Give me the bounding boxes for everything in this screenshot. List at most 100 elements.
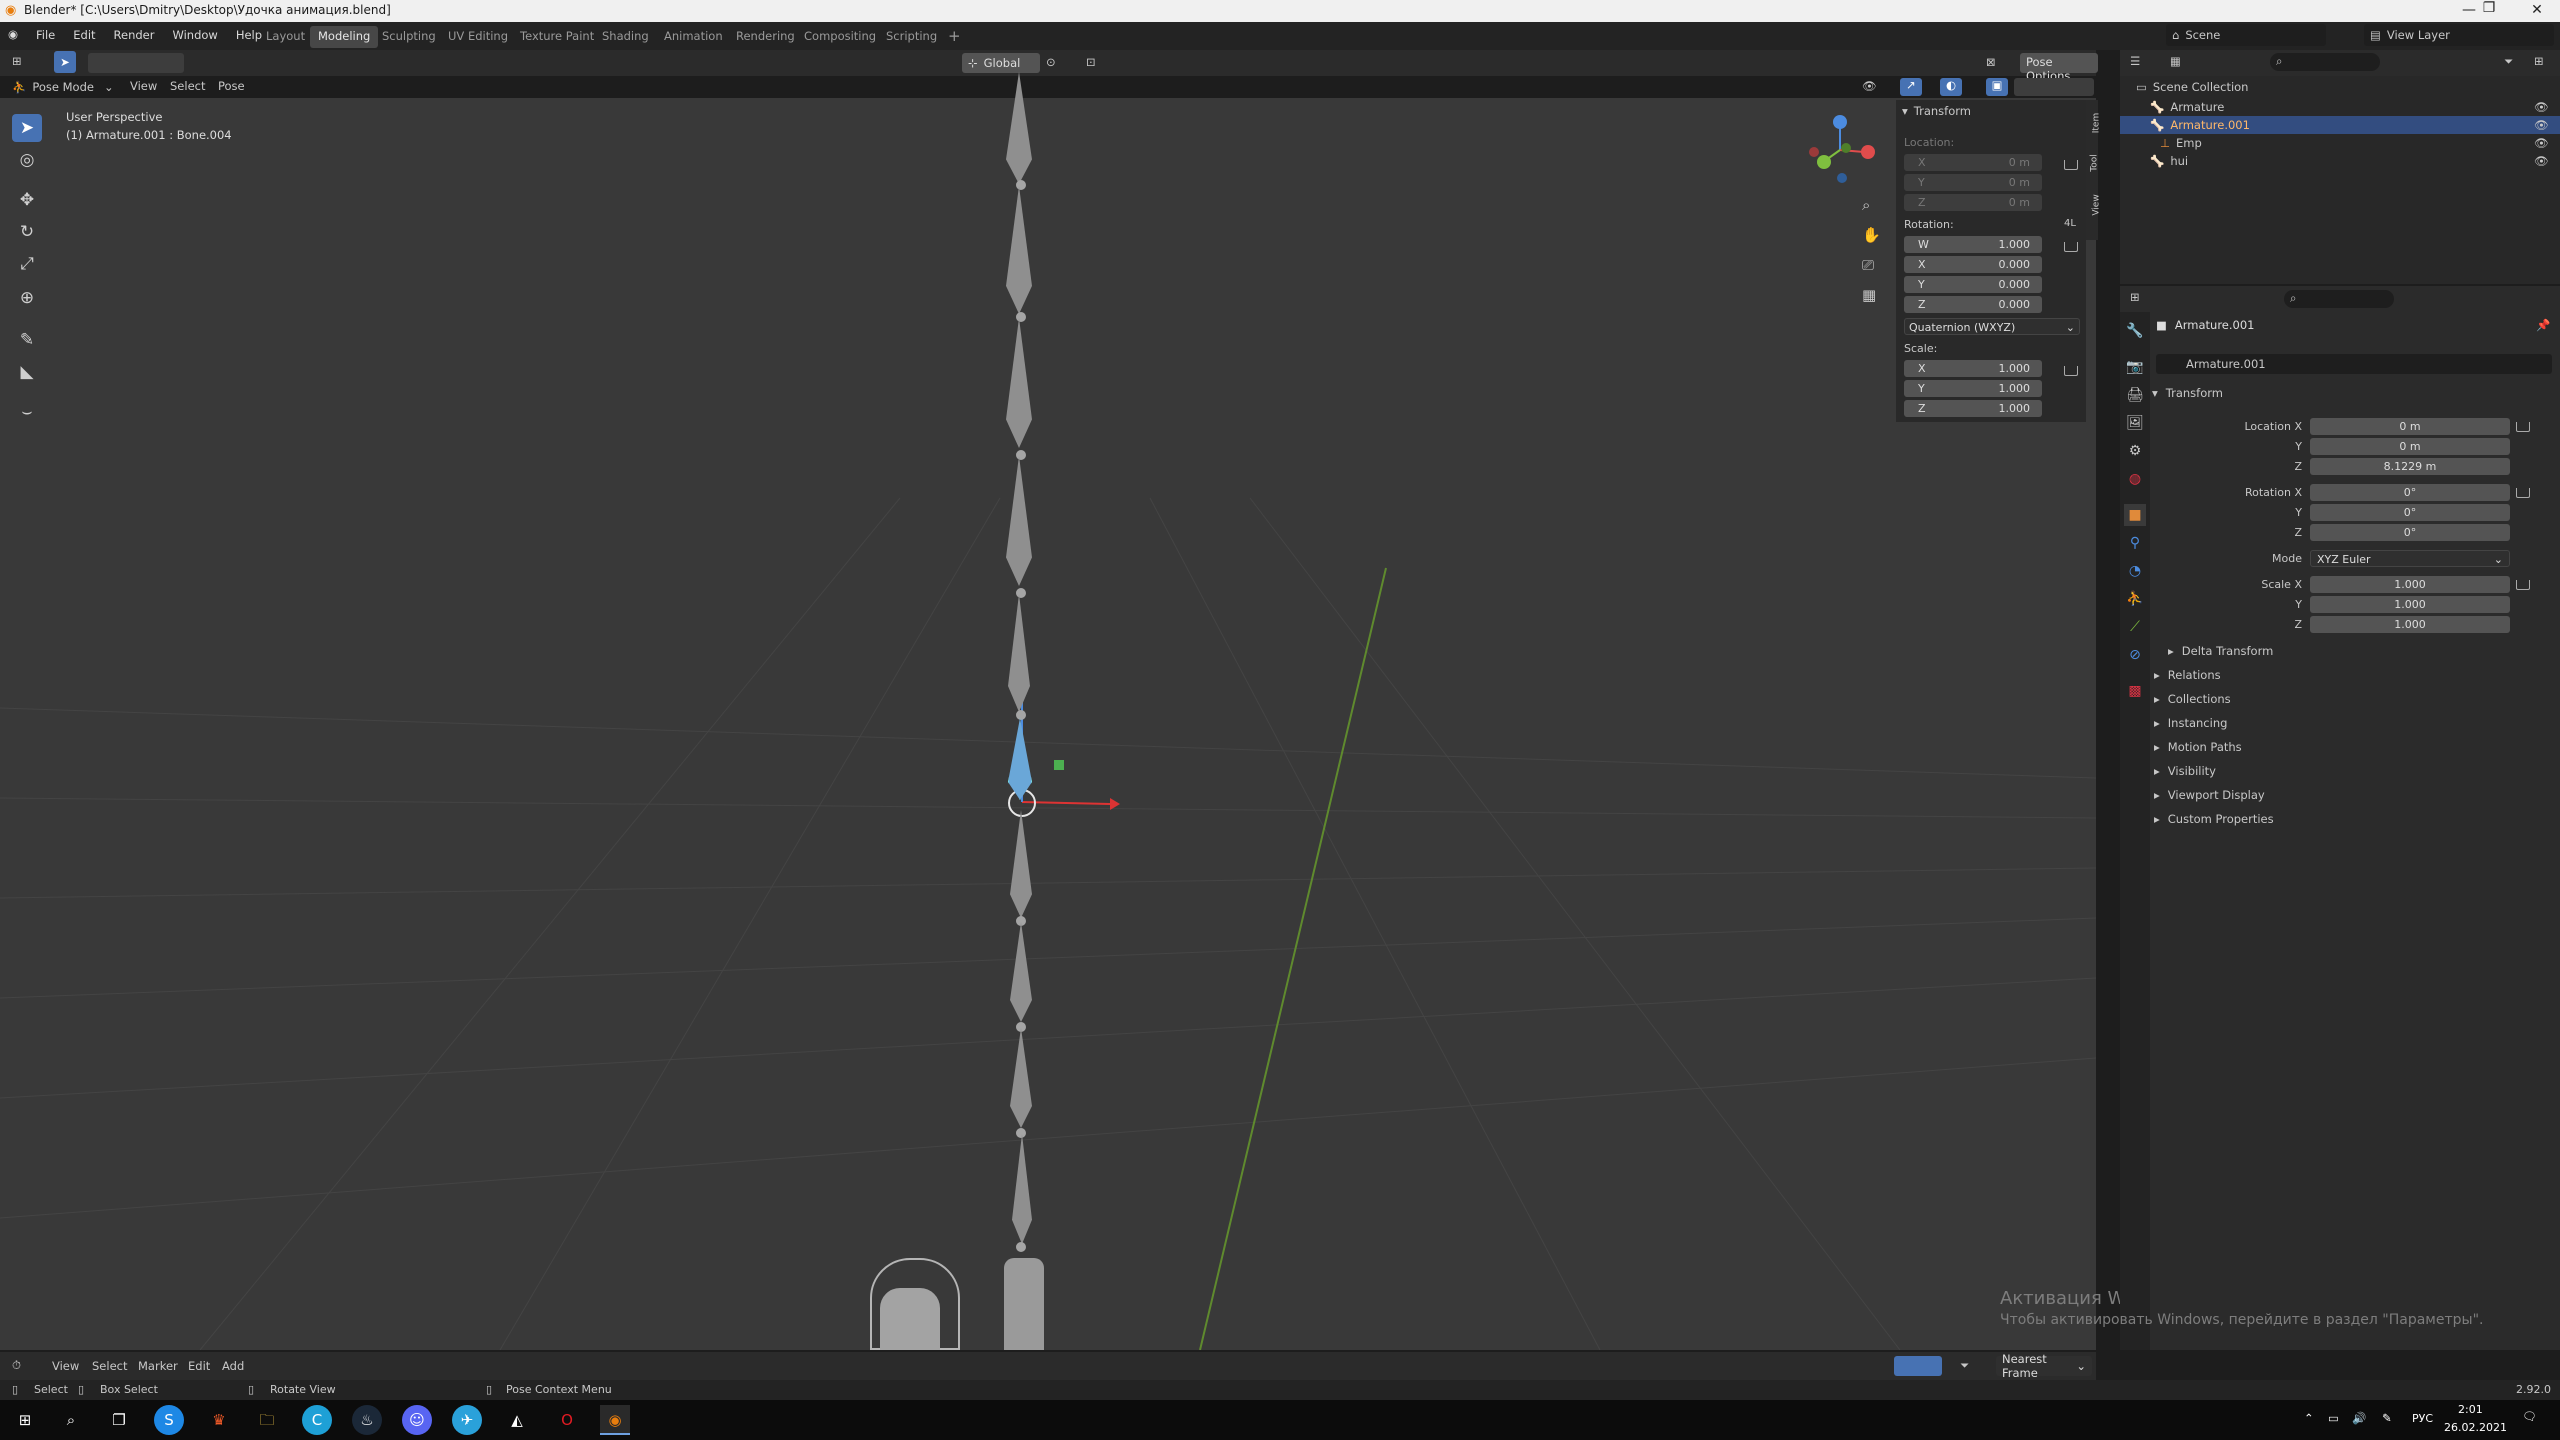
bone-handle[interactable] (1054, 760, 1064, 770)
timeline-menu-select[interactable]: Select (92, 1359, 127, 1373)
annotate-tool-icon[interactable]: ✎ (12, 326, 42, 354)
tab-uv-editing[interactable]: UV Editing (440, 26, 516, 48)
relax-tool-icon[interactable]: ⌣ (12, 398, 42, 426)
scene-props-icon[interactable]: ⚙ (2124, 440, 2146, 462)
rotation-mode-dropdown[interactable]: Quaternion (WXYZ) ⌄ (1904, 318, 2080, 335)
shading-mode-buttons[interactable] (2014, 78, 2094, 96)
orientation-dropdown[interactable]: ⊹ Global (962, 53, 1040, 73)
world-props-icon[interactable]: ◍ (2124, 468, 2146, 490)
object-location-x[interactable]: 0 m (2310, 418, 2510, 435)
clock-time[interactable]: 2:01 (2458, 1403, 2483, 1416)
bone-constraint-icon[interactable]: ⊘ (2124, 644, 2146, 666)
rod-handle-mesh[interactable] (1004, 1258, 1044, 1350)
gizmo-toggle-icon[interactable]: ↗ (1900, 78, 1922, 96)
output-props-icon[interactable]: 🖨 (2124, 384, 2146, 406)
pose-location-z[interactable]: Z0 m (1904, 194, 2042, 211)
menu-window[interactable]: Window (172, 28, 217, 42)
relations-section[interactable]: ▸ Relations (2154, 668, 2221, 682)
opera-icon[interactable]: O (552, 1405, 582, 1435)
viewport-display-section[interactable]: ▸ Viewport Display (2154, 788, 2265, 802)
armature-data-icon[interactable]: ⛹ (2124, 588, 2146, 610)
task-view-icon[interactable]: ❐ (104, 1405, 134, 1435)
language-indicator[interactable]: РУС (2412, 1412, 2433, 1425)
pivot-icon[interactable]: ⊙ (1046, 55, 1056, 69)
discord-icon[interactable]: ☺ (402, 1405, 432, 1435)
editor-type-icon[interactable]: ⊞ (12, 54, 22, 68)
pose-rotation-z[interactable]: Z 0.000 (1904, 296, 2042, 313)
viewport-menu-view[interactable]: View (130, 79, 157, 93)
pin-icon[interactable]: 📌 (2536, 318, 2550, 332)
display-mode-icon[interactable]: ▦ (2170, 54, 2181, 68)
navigation-gizmo[interactable] (1800, 108, 1880, 188)
snap-icon[interactable]: ⊡ (1086, 55, 1096, 69)
network-icon[interactable]: ▭ (2328, 1411, 2339, 1425)
xray-toggle-icon[interactable]: ▣ (1986, 78, 2008, 96)
pose-location-x[interactable]: X0 m (1904, 154, 2042, 171)
timeline-menu-view[interactable]: View (52, 1359, 79, 1373)
outliner-editor-icon[interactable]: ☰ (2130, 54, 2140, 68)
view-layer-props-icon[interactable]: 🖼 (2124, 412, 2146, 434)
object-name-field[interactable]: Armature.001 (2156, 354, 2552, 374)
rotation-mode-select[interactable]: XYZ Euler ⌄ (2310, 550, 2510, 567)
volume-icon[interactable]: 🔊 (2352, 1411, 2366, 1425)
menu-file[interactable]: File (36, 28, 55, 42)
unity-icon[interactable]: ◭ (502, 1405, 532, 1435)
eye-icon[interactable]: 👁 (2534, 118, 2549, 132)
custom-properties-section[interactable]: ▸ Custom Properties (2154, 812, 2274, 826)
move-tool-icon[interactable]: ✥ (12, 186, 42, 214)
outliner-item[interactable]: ⊥ Emp 👁 (2120, 134, 2560, 152)
modifier-props-icon[interactable]: ⚲ (2124, 532, 2146, 554)
tab-compositing[interactable]: Compositing (796, 26, 884, 48)
visibility-icon[interactable]: 👁 (1862, 79, 1877, 93)
tweak-tool-icon[interactable]: ➤ (12, 114, 42, 142)
steam-icon[interactable]: ♨ (352, 1405, 382, 1435)
outliner-item-selected[interactable]: 🦴 Armature.001 👁 (2120, 116, 2560, 134)
view-layer-selector[interactable]: ▤ View Layer (2364, 24, 2554, 46)
eye-icon[interactable]: 👁 (2534, 136, 2549, 150)
timeline-menu-edit[interactable]: Edit (188, 1359, 210, 1373)
filter-icon[interactable]: ⏷ (1960, 1358, 1969, 1373)
tool-settings-icon[interactable]: 🔧 (2124, 320, 2146, 342)
restore-icon[interactable]: ❐ (2474, 0, 2504, 16)
eye-icon[interactable]: 👁 (2534, 100, 2549, 114)
menu-render[interactable]: Render (114, 28, 155, 42)
pan-hand-icon[interactable]: ✋ (1862, 226, 1881, 244)
timeline-menu-add[interactable]: Add (222, 1359, 244, 1373)
tab-texture-paint[interactable]: Texture Paint (512, 26, 602, 48)
keying-dropdown[interactable]: Nearest Frame ⌄ (1996, 1352, 2092, 1380)
cursor-tool-icon[interactable]: ◎ (12, 146, 42, 174)
close-icon[interactable]: ✕ (2522, 2, 2552, 18)
tray-chevron-icon[interactable]: ⌃ (2304, 1411, 2314, 1425)
file-explorer-icon[interactable]: 🗀 (252, 1405, 282, 1435)
lock-icon[interactable] (2516, 488, 2530, 498)
tab-scripting[interactable]: Scripting (878, 26, 945, 48)
rotate-tool-icon[interactable]: ↻ (12, 218, 42, 246)
windows-start-icon[interactable]: ⊞ (10, 1405, 40, 1435)
ccleaner-icon[interactable]: C (302, 1405, 332, 1435)
physics-props-icon[interactable]: ◔ (2124, 560, 2146, 582)
object-rotation-z[interactable]: 0° (2310, 524, 2510, 541)
tab-animation[interactable]: Animation (656, 26, 731, 48)
scale-tool-icon[interactable]: ⤢ (12, 250, 42, 278)
filter-icon[interactable]: ⏷ (2504, 54, 2513, 69)
blender-menu-icon[interactable]: ◉ (8, 27, 18, 41)
outliner-item[interactable]: 🦴 Armature 👁 (2120, 98, 2560, 116)
clock-date[interactable]: 26.02.2021 (2444, 1421, 2507, 1434)
3d-viewport[interactable]: User Perspective (1) Armature.001 : Bone… (0, 72, 2188, 1350)
collections-section[interactable]: ▸ Collections (2154, 692, 2231, 706)
tab-shading[interactable]: Shading (594, 26, 657, 48)
eye-icon[interactable]: 👁 (2534, 154, 2549, 168)
instancing-section[interactable]: ▸ Instancing (2154, 716, 2227, 730)
object-rotation-y[interactable]: 0° (2310, 504, 2510, 521)
motion-paths-section[interactable]: ▸ Motion Paths (2154, 740, 2242, 754)
bone-props-icon[interactable]: ⟋ (2124, 616, 2146, 638)
object-location-y[interactable]: 0 m (2310, 438, 2510, 455)
menu-edit[interactable]: Edit (73, 28, 95, 42)
tab-modeling[interactable]: Modeling (310, 26, 379, 48)
camera-icon[interactable]: ⎚ (1862, 256, 1874, 274)
viewport-menu-select[interactable]: Select (170, 79, 205, 93)
selection-mode-buttons[interactable] (88, 53, 184, 73)
object-rotation-x[interactable]: 0° (2310, 484, 2510, 501)
pose-scale-x[interactable]: X 1.000 (1904, 360, 2042, 377)
properties-editor-icon[interactable]: ⊞ (2130, 290, 2140, 304)
